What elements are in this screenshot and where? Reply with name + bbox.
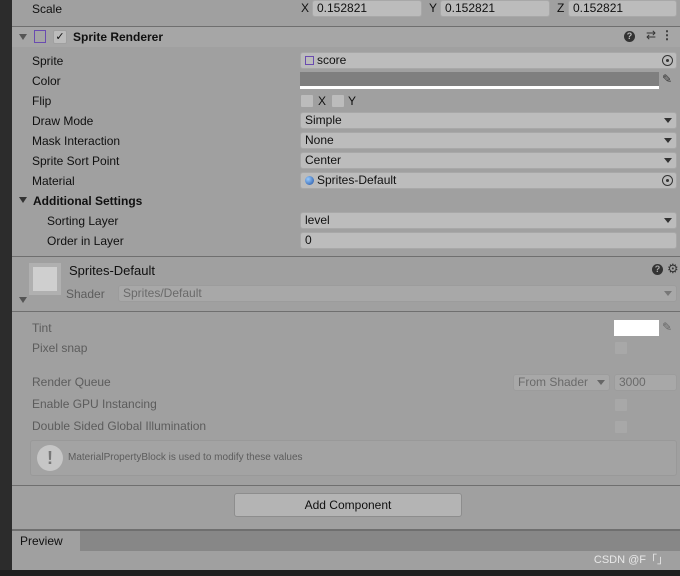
help-icon[interactable]: ? xyxy=(624,31,635,42)
eyedropper-icon[interactable]: ✎ xyxy=(662,320,672,334)
sorting-layer-value: level xyxy=(305,213,330,227)
sprite-asset-icon xyxy=(305,56,314,65)
sprite-field[interactable]: score xyxy=(300,52,677,69)
tint-label: Tint xyxy=(32,321,52,335)
render-queue-field[interactable]: 3000 xyxy=(614,374,677,391)
material-name: Sprites-Default xyxy=(69,263,155,278)
render-queue-mode-value: From Shader xyxy=(518,375,589,389)
material-asset-icon xyxy=(305,176,314,185)
dropdown-arrow-icon xyxy=(664,138,672,143)
presets-icon[interactable]: ⇄ xyxy=(646,28,656,42)
sort-point-label: Sprite Sort Point xyxy=(32,154,120,168)
gpu-instancing-checkbox[interactable] xyxy=(614,398,628,412)
preview-tab[interactable]: Preview xyxy=(12,531,80,552)
scale-x-field[interactable]: 0.152821 xyxy=(312,0,422,17)
object-picker-icon[interactable] xyxy=(662,55,673,66)
shader-value: Sprites/Default xyxy=(123,286,202,300)
shader-dropdown[interactable]: Sprites/Default xyxy=(118,285,677,302)
flip-label: Flip xyxy=(32,94,52,108)
order-in-layer-field[interactable]: 0 xyxy=(300,232,677,249)
double-sided-gi-label: Double Sided Global Illumination xyxy=(32,419,207,433)
sort-point-dropdown[interactable]: Center xyxy=(300,152,677,169)
add-component-button[interactable]: Add Component xyxy=(234,493,462,517)
more-menu-icon[interactable]: ⋮ xyxy=(661,28,673,42)
additional-settings-label[interactable]: Additional Settings xyxy=(33,192,142,210)
color-label: Color xyxy=(32,74,61,88)
scale-y-field[interactable]: 0.152821 xyxy=(440,0,550,17)
watermark: CSDN @F「」 xyxy=(593,554,668,566)
dropdown-arrow-icon xyxy=(664,291,672,296)
material-field[interactable]: Sprites-Default xyxy=(300,172,677,189)
sprite-renderer-icon xyxy=(34,30,46,43)
mask-interaction-value: None xyxy=(305,133,334,147)
info-text: MaterialPropertyBlock is used to modify … xyxy=(68,452,303,463)
material-foldout-icon[interactable] xyxy=(19,297,27,303)
pixel-snap-checkbox[interactable] xyxy=(614,341,628,355)
scale-x-label: X xyxy=(301,1,310,15)
info-help-box: ! MaterialPropertyBlock is used to modif… xyxy=(30,440,677,476)
sorting-layer-dropdown[interactable]: level xyxy=(300,212,677,229)
double-sided-gi-checkbox[interactable] xyxy=(614,420,628,434)
scale-label: Scale xyxy=(32,2,63,16)
scale-z-label: Z xyxy=(557,1,565,15)
dropdown-arrow-icon xyxy=(597,380,605,385)
foldout-arrow-icon[interactable] xyxy=(19,34,27,40)
enabled-checkbox[interactable]: ✓ xyxy=(53,30,67,44)
flip-x-label: X xyxy=(318,94,327,108)
mask-interaction-label: Mask Interaction xyxy=(32,134,121,148)
draw-mode-value: Simple xyxy=(305,113,342,127)
render-queue-mode-dropdown[interactable]: From Shader xyxy=(513,374,610,391)
draw-mode-dropdown[interactable]: Simple xyxy=(300,112,677,129)
flip-x-checkbox[interactable] xyxy=(300,94,314,108)
additional-settings-foldout-icon[interactable] xyxy=(19,197,27,203)
dropdown-arrow-icon xyxy=(664,218,672,223)
sort-point-value: Center xyxy=(305,153,342,167)
dropdown-arrow-icon xyxy=(664,158,672,163)
object-picker-icon[interactable] xyxy=(662,175,673,186)
mask-interaction-dropdown[interactable]: None xyxy=(300,132,677,149)
color-swatch[interactable] xyxy=(300,72,659,86)
flip-y-checkbox[interactable] xyxy=(331,94,345,108)
scale-y-label: Y xyxy=(429,1,438,15)
eyedropper-icon[interactable]: ✎ xyxy=(662,72,672,86)
sorting-layer-label: Sorting Layer xyxy=(47,214,119,228)
preview-tab-bar xyxy=(12,531,680,551)
flip-y-label: Y xyxy=(348,94,357,108)
help-icon[interactable]: ? xyxy=(652,264,663,275)
shader-label: Shader xyxy=(66,287,105,301)
material-preview-thumbnail xyxy=(29,263,61,295)
component-title: Sprite Renderer xyxy=(73,30,164,44)
gpu-instancing-label: Enable GPU Instancing xyxy=(32,397,157,411)
sprite-label: Sprite xyxy=(32,54,64,68)
sprite-renderer-header[interactable]: ✓ Sprite Renderer ? ⇄ ⋮ xyxy=(12,27,680,47)
left-panel-edge xyxy=(0,0,12,576)
render-queue-label: Render Queue xyxy=(32,375,111,389)
order-in-layer-label: Order in Layer xyxy=(47,234,124,248)
material-label: Material xyxy=(32,174,75,188)
sprite-value: score xyxy=(317,53,347,67)
alpha-bar xyxy=(300,86,659,89)
material-value: Sprites-Default xyxy=(317,173,397,187)
info-warning-icon: ! xyxy=(37,445,63,471)
dropdown-arrow-icon xyxy=(664,118,672,123)
pixel-snap-label: Pixel snap xyxy=(32,341,88,355)
tint-color-swatch[interactable] xyxy=(614,320,659,336)
draw-mode-label: Draw Mode xyxy=(32,114,94,128)
scale-z-field[interactable]: 0.152821 xyxy=(568,0,677,17)
settings-gear-icon[interactable]: ⚙ xyxy=(667,261,679,277)
